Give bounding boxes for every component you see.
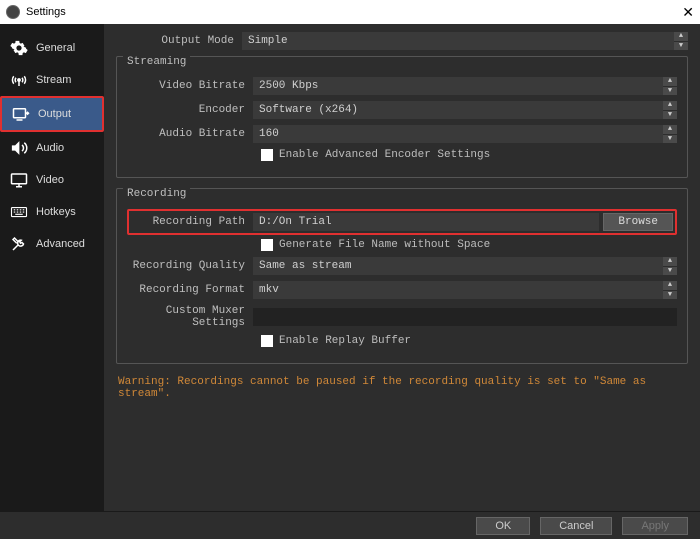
- stream-icon: [10, 71, 28, 89]
- replay-buffer-row: Enable Replay Buffer: [261, 335, 677, 347]
- sidebar-item-label: Hotkeys: [36, 206, 76, 218]
- chevron-down-icon[interactable]: ▼: [674, 42, 688, 51]
- recording-format-label: Recording Format: [127, 284, 253, 296]
- recording-quality-spinner[interactable]: ▲ ▼: [663, 257, 677, 275]
- recording-path-input[interactable]: [253, 213, 599, 231]
- app-icon: [6, 5, 20, 19]
- recording-group: Recording Recording Path Browse Generate…: [116, 188, 688, 364]
- audio-bitrate-label: Audio Bitrate: [127, 128, 253, 140]
- cancel-button[interactable]: Cancel: [540, 517, 612, 535]
- chevron-up-icon[interactable]: ▲: [663, 257, 677, 267]
- encoder-row: Encoder ▲ ▼: [127, 101, 677, 119]
- sidebar-item-audio[interactable]: Audio: [0, 132, 104, 164]
- output-mode-label: Output Mode: [116, 35, 242, 47]
- sidebar-item-advanced[interactable]: Advanced: [0, 228, 104, 260]
- recording-format-spinner[interactable]: ▲ ▼: [663, 281, 677, 299]
- sidebar-item-label: Audio: [36, 142, 64, 154]
- video-bitrate-label: Video Bitrate: [127, 80, 253, 92]
- audio-bitrate-select[interactable]: [253, 125, 663, 143]
- custom-muxer-label: Custom Muxer Settings: [127, 305, 253, 329]
- gen-filename-row: Generate File Name without Space: [261, 239, 677, 251]
- gear-icon: [10, 39, 28, 57]
- keyboard-icon: [10, 203, 28, 221]
- recording-quality-label: Recording Quality: [127, 260, 253, 272]
- sidebar-item-stream[interactable]: Stream: [0, 64, 104, 96]
- replay-buffer-label: Enable Replay Buffer: [279, 335, 411, 347]
- audio-icon: [10, 139, 28, 157]
- recording-path-label: Recording Path: [131, 216, 253, 228]
- output-mode-select[interactable]: [242, 32, 674, 50]
- custom-muxer-row: Custom Muxer Settings: [127, 305, 677, 329]
- recording-format-select[interactable]: [253, 281, 663, 299]
- advanced-encoder-row: Enable Advanced Encoder Settings: [261, 149, 677, 161]
- sidebar-item-general[interactable]: General: [0, 32, 104, 64]
- close-icon[interactable]: ✕: [682, 4, 694, 21]
- recording-quality-row: Recording Quality ▲ ▼: [127, 257, 677, 275]
- recording-title: Recording: [123, 188, 190, 200]
- sidebar-item-label: Stream: [36, 74, 71, 86]
- footer: OK Cancel Apply: [0, 511, 700, 539]
- apply-button[interactable]: Apply: [622, 517, 688, 535]
- video-bitrate-row: Video Bitrate ▲ ▼: [127, 77, 677, 95]
- recording-path-row: Recording Path Browse: [131, 213, 673, 231]
- chevron-down-icon[interactable]: ▼: [663, 267, 677, 276]
- encoder-select[interactable]: [253, 101, 663, 119]
- content-panel: Output Mode ▲ ▼ Streaming Video Bitrate …: [104, 24, 700, 511]
- chevron-up-icon[interactable]: ▲: [663, 125, 677, 135]
- recording-quality-select[interactable]: [253, 257, 663, 275]
- gen-filename-checkbox[interactable]: [261, 239, 273, 251]
- streaming-title: Streaming: [123, 56, 190, 68]
- sidebar-item-label: Advanced: [36, 238, 85, 250]
- sidebar-item-label: Output: [38, 108, 71, 120]
- window-title: Settings: [26, 6, 66, 18]
- advanced-encoder-label: Enable Advanced Encoder Settings: [279, 149, 490, 161]
- chevron-down-icon[interactable]: ▼: [663, 135, 677, 144]
- advanced-encoder-checkbox[interactable]: [261, 149, 273, 161]
- sidebar-output-highlight: Output: [0, 96, 104, 132]
- sidebar-item-video[interactable]: Video: [0, 164, 104, 196]
- chevron-down-icon[interactable]: ▼: [663, 111, 677, 120]
- output-icon: [12, 105, 30, 123]
- video-icon: [10, 171, 28, 189]
- recording-format-row: Recording Format ▲ ▼: [127, 281, 677, 299]
- sidebar-item-label: General: [36, 42, 75, 54]
- encoder-spinner[interactable]: ▲ ▼: [663, 101, 677, 119]
- sidebar: General Stream Output Audio: [0, 24, 104, 511]
- chevron-down-icon[interactable]: ▼: [663, 87, 677, 96]
- audio-bitrate-row: Audio Bitrate ▲ ▼: [127, 125, 677, 143]
- gen-filename-label: Generate File Name without Space: [279, 239, 490, 251]
- custom-muxer-input[interactable]: [253, 308, 677, 326]
- video-bitrate-spinner[interactable]: ▲ ▼: [663, 77, 677, 95]
- sidebar-item-label: Video: [36, 174, 64, 186]
- ok-button[interactable]: OK: [476, 517, 530, 535]
- chevron-up-icon[interactable]: ▲: [663, 281, 677, 291]
- warning-text: Warning: Recordings cannot be paused if …: [118, 376, 688, 400]
- recording-path-highlight: Recording Path Browse: [127, 209, 677, 235]
- browse-button[interactable]: Browse: [603, 213, 673, 231]
- sidebar-item-hotkeys[interactable]: Hotkeys: [0, 196, 104, 228]
- output-mode-row: Output Mode ▲ ▼: [116, 32, 688, 50]
- encoder-label: Encoder: [127, 104, 253, 116]
- chevron-up-icon[interactable]: ▲: [663, 101, 677, 111]
- streaming-group: Streaming Video Bitrate ▲ ▼ Encoder ▲: [116, 56, 688, 178]
- video-bitrate-input[interactable]: [253, 77, 663, 95]
- titlebar: Settings ✕: [0, 0, 700, 24]
- audio-bitrate-spinner[interactable]: ▲ ▼: [663, 125, 677, 143]
- chevron-up-icon[interactable]: ▲: [663, 77, 677, 87]
- replay-buffer-checkbox[interactable]: [261, 335, 273, 347]
- chevron-up-icon[interactable]: ▲: [674, 32, 688, 42]
- tools-icon: [10, 235, 28, 253]
- chevron-down-icon[interactable]: ▼: [663, 291, 677, 300]
- output-mode-spinner[interactable]: ▲ ▼: [674, 32, 688, 50]
- sidebar-item-output[interactable]: Output: [2, 98, 102, 130]
